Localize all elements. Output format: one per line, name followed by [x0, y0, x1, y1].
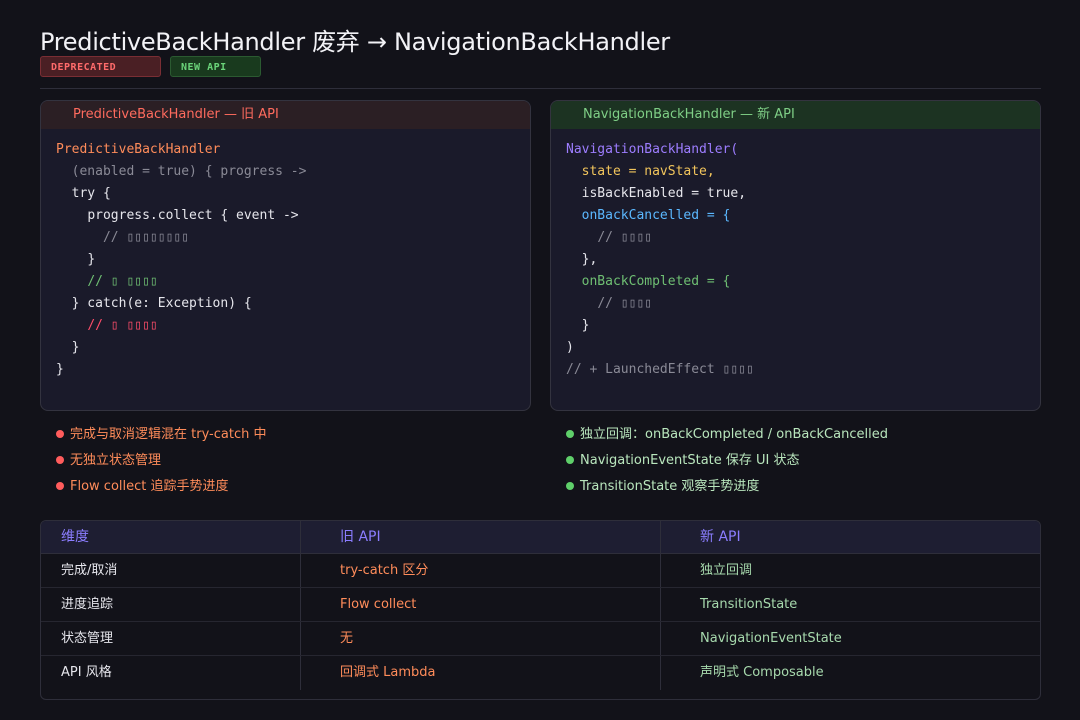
code-line: onBackCancelled = {: [581, 208, 731, 223]
code-line: // ▯▯▯▯: [597, 230, 653, 245]
header-new-api: 新 API: [700, 529, 741, 545]
green-dot-icon: [566, 430, 574, 438]
code-line: progress.collect { event ->: [87, 208, 299, 223]
table-cell: API 风格: [41, 656, 301, 690]
code-line: PredictiveBackHandler: [56, 142, 221, 157]
table-row: 完成/取消 try-catch 区分 独立回调: [41, 554, 1040, 588]
code-line: // ▯▯▯▯▯▯▯▯: [102, 230, 190, 245]
table-row: API 风格 回调式 Lambda 声明式 Composable: [41, 656, 1040, 690]
code-line: isBackEnabled = true,: [581, 186, 747, 201]
new-api-panel: NavigationBackHandler — 新 API Navigation…: [550, 100, 1041, 411]
code-line: state = navState,: [581, 164, 715, 179]
table-cell: 独立回调: [700, 563, 753, 578]
code-line: }: [87, 252, 96, 267]
table-cell: 完成/取消: [41, 554, 301, 587]
table-cell: 状态管理: [41, 622, 301, 655]
code-line: }: [581, 318, 590, 333]
list-item: NavigationEventState 保存 UI 状态: [566, 451, 888, 477]
old-api-panel-header: PredictiveBackHandler — 旧 API: [41, 101, 530, 129]
code-line: ): [566, 340, 574, 355]
list-item: Flow collect 追踪手势进度: [56, 477, 266, 503]
code-line: // ▯ ▯▯▯▯: [87, 274, 158, 289]
code-line: try {: [71, 186, 111, 201]
table-cell: 进度追踪: [41, 588, 301, 621]
red-dot-icon: [56, 430, 64, 438]
comparison-table: 维度 旧 API 新 API 完成/取消 try-catch 区分 独立回调 进…: [40, 520, 1041, 700]
new-api-benefits: 独立回调：onBackCompleted / onBackCancelled N…: [566, 425, 888, 503]
code-line: NavigationBackHandler(: [566, 142, 739, 157]
table-header: 维度 旧 API 新 API: [41, 521, 1040, 554]
table-cell: NavigationEventState: [700, 631, 842, 646]
table-cell: Flow collect: [301, 588, 661, 621]
list-item: 无独立状态管理: [56, 451, 266, 477]
old-api-panel: PredictiveBackHandler — 旧 API Predictive…: [40, 100, 531, 411]
header-dimension: 维度: [41, 521, 301, 553]
header-divider: [40, 88, 1041, 89]
green-dot-icon: [566, 456, 574, 464]
code-line: (enabled = true) { progress ->: [71, 164, 307, 179]
code-line: onBackCompleted = {: [581, 274, 731, 289]
red-dot-icon: [56, 482, 64, 490]
new-api-panel-header: NavigationBackHandler — 新 API: [551, 101, 1040, 129]
page-title: PredictiveBackHandler 废弃 → NavigationBac…: [40, 28, 670, 56]
red-dot-icon: [56, 456, 64, 464]
table-cell: 回调式 Lambda: [301, 656, 661, 690]
new-api-code-block: NavigationBackHandler( state = navState,…: [551, 129, 1040, 381]
list-item: TransitionState 观察手势进度: [566, 477, 888, 503]
table-cell: 无: [301, 622, 661, 655]
code-line: },: [581, 252, 598, 267]
old-api-drawbacks: 完成与取消逻辑混在 try-catch 中 无独立状态管理 Flow colle…: [56, 425, 266, 503]
code-line: }: [71, 340, 80, 355]
code-line: // + LaunchedEffect ▯▯▯▯: [566, 362, 754, 377]
table-row: 进度追踪 Flow collect TransitionState: [41, 588, 1040, 622]
list-item: 独立回调：onBackCompleted / onBackCancelled: [566, 425, 888, 451]
table-row: 状态管理 无 NavigationEventState: [41, 622, 1040, 656]
table-cell: 声明式 Composable: [700, 665, 824, 680]
new-api-badge: NEW API: [170, 56, 261, 77]
code-line: // ▯▯▯▯: [597, 296, 653, 311]
deprecated-badge: DEPRECATED: [40, 56, 161, 77]
header-old-api: 旧 API: [301, 521, 661, 553]
table-cell: TransitionState: [700, 597, 798, 612]
green-dot-icon: [566, 482, 574, 490]
old-api-code-block: PredictiveBackHandler (enabled = true) {…: [41, 129, 530, 381]
table-cell: try-catch 区分: [301, 554, 661, 587]
code-line: }: [56, 362, 64, 377]
code-line: // ▯ ▯▯▯▯: [87, 318, 158, 333]
list-item: 完成与取消逻辑混在 try-catch 中: [56, 425, 266, 451]
code-line: } catch(e: Exception) {: [71, 296, 252, 311]
